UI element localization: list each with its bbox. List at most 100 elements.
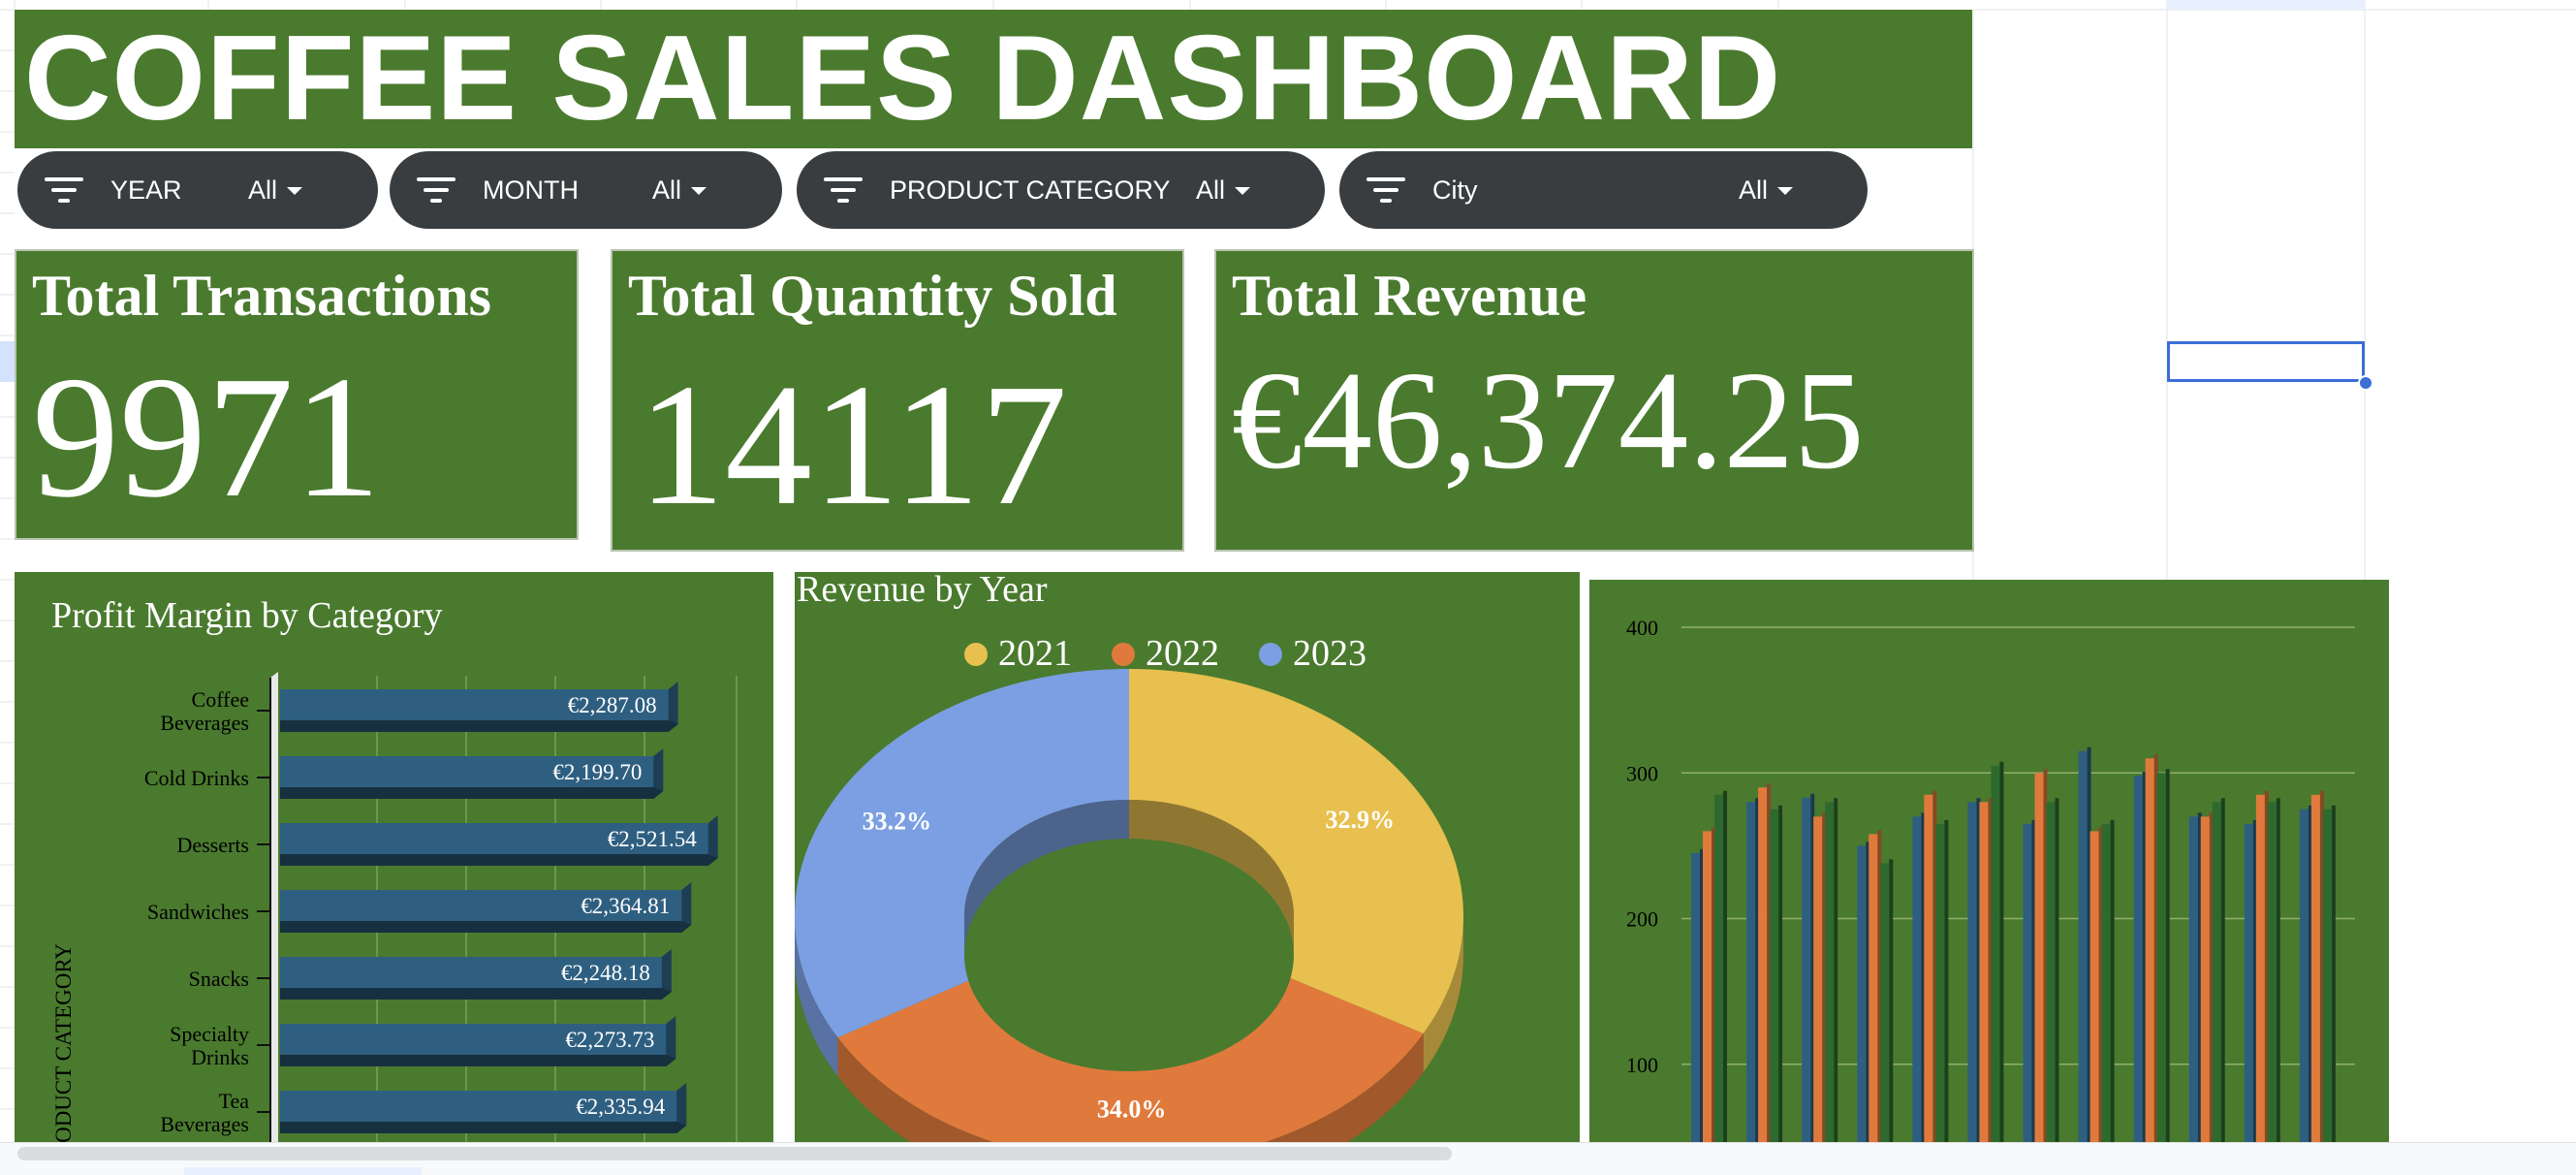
axis-wall xyxy=(270,672,278,1142)
column-bar[interactable] xyxy=(2244,823,2253,1142)
selected-cell[interactable] xyxy=(2167,341,2365,382)
column-bar[interactable] xyxy=(1802,797,1811,1142)
sheet-tab[interactable] xyxy=(184,1167,422,1175)
column-bar[interactable] xyxy=(2133,776,2143,1142)
bar-value-label: €2,199.70 xyxy=(552,760,642,784)
column-bar[interactable] xyxy=(2212,802,2221,1142)
kpi-value-quantity: 14117 xyxy=(638,348,1068,541)
column-bar[interactable] xyxy=(1746,802,1756,1142)
column-bar[interactable] xyxy=(1869,834,1878,1142)
y-tick-label: 400 xyxy=(1626,616,1658,640)
filter-icon xyxy=(824,175,863,205)
legend-label: 2022 xyxy=(1146,633,1219,674)
filter-icon xyxy=(45,175,83,205)
filter-icon xyxy=(417,175,456,205)
column-bar[interactable] xyxy=(2200,816,2210,1142)
column-bar[interactable] xyxy=(2023,823,2032,1142)
column-bar[interactable] xyxy=(1991,765,2000,1142)
filter-value-month[interactable]: All xyxy=(652,175,707,206)
y-axis-label: PRODUCT CATEGORY xyxy=(51,943,76,1142)
column-bar[interactable] xyxy=(2188,816,2198,1142)
column-depth xyxy=(2055,798,2059,1142)
column-bar[interactable] xyxy=(2322,809,2332,1142)
column-bar[interactable] xyxy=(1935,823,1945,1142)
kpi-value-transactions: 9971 xyxy=(32,340,381,533)
column-bar[interactable] xyxy=(1770,809,1779,1142)
legend-marker xyxy=(1259,643,1282,666)
chart-revenue-by-year[interactable]: Revenue by Year 2021 2022 2023 32.9% 34.0% 3… xyxy=(795,572,1580,1142)
filter-value-product-category[interactable]: All xyxy=(1196,175,1251,206)
column-bar[interactable] xyxy=(2267,802,2277,1142)
filter-value-city-text: All xyxy=(1739,175,1769,205)
column-bar[interactable] xyxy=(1825,802,1835,1142)
category-label: Tea Beverages xyxy=(160,1089,249,1136)
slice-value-label: 34.0% xyxy=(1097,1095,1167,1123)
bar-shadow xyxy=(280,854,718,866)
chart-title: Profit Margin by Category xyxy=(51,595,443,636)
bar-value-label: €2,248.18 xyxy=(561,961,650,985)
column-depth xyxy=(2331,805,2336,1142)
chart-monthly-columns[interactable]: 400 300 200 100 xyxy=(1589,580,2389,1142)
column-bar[interactable] xyxy=(1967,802,1977,1142)
bar-value-label: €2,521.54 xyxy=(608,827,698,851)
column-bar[interactable] xyxy=(1924,794,1933,1142)
filter-value-city[interactable]: All xyxy=(1739,175,1794,206)
column-depth xyxy=(1999,761,2004,1142)
bar-shadow xyxy=(280,720,678,732)
column-bar[interactable] xyxy=(1691,852,1700,1142)
column-bar[interactable] xyxy=(2078,750,2088,1142)
column-depth xyxy=(2110,819,2115,1142)
filter-chip-product-category[interactable]: PRODUCT CATEGORY All xyxy=(797,151,1325,229)
legend-marker xyxy=(1112,643,1135,666)
bar-shadow xyxy=(280,921,692,933)
y-tick-label: 300 xyxy=(1626,761,1658,785)
donut-hole xyxy=(964,839,1294,1071)
fill-handle[interactable] xyxy=(2358,375,2373,391)
column-bar[interactable] xyxy=(1758,787,1768,1142)
legend-label: 2023 xyxy=(1293,633,1367,674)
filter-value-year-text: All xyxy=(248,175,278,205)
bar-shadow xyxy=(280,787,664,799)
column-bar[interactable] xyxy=(2145,758,2154,1142)
filter-chip-month[interactable]: MONTH All xyxy=(390,151,782,229)
category-label: Snacks xyxy=(189,967,249,991)
column-depth xyxy=(1778,805,1783,1142)
column-bar[interactable] xyxy=(2156,773,2166,1142)
filter-value-product-category-text: All xyxy=(1196,175,1226,205)
column-bar[interactable] xyxy=(2101,823,2111,1142)
column-bar[interactable] xyxy=(2034,773,2044,1142)
column-bar[interactable] xyxy=(1857,845,1867,1142)
y-tick-label: 100 xyxy=(1626,1053,1658,1077)
column-bar[interactable] xyxy=(1714,794,1723,1142)
column-bar[interactable] xyxy=(2310,794,2320,1142)
filter-value-year[interactable]: All xyxy=(248,175,303,206)
column-bar[interactable] xyxy=(1880,863,1890,1142)
profit-margin-svg: Profit Margin by Category PRODUCT CATEGO… xyxy=(51,595,738,1142)
filter-value-month-text: All xyxy=(652,175,682,205)
y-tick-label: 200 xyxy=(1626,907,1658,932)
category-label: Sandwiches xyxy=(147,900,249,924)
column-depth xyxy=(1723,790,1727,1142)
column-bar[interactable] xyxy=(2089,831,2099,1142)
column-bar[interactable] xyxy=(1979,802,1989,1142)
filter-chip-city[interactable]: City All xyxy=(1339,151,1868,229)
column-depth xyxy=(2165,769,2170,1142)
horizontal-scrollbar-thumb[interactable] xyxy=(17,1147,1452,1160)
kpi-label-quantity: Total Quantity Sold xyxy=(628,264,1117,328)
filter-label-month: MONTH xyxy=(483,175,579,205)
revenue-by-year-svg: Revenue by Year 2021 2022 2023 32.9% 34.0% 3… xyxy=(795,572,1463,1142)
filter-chip-year[interactable]: YEAR All xyxy=(17,151,378,229)
category-label: Coffee Beverages xyxy=(160,687,249,735)
chart-profit-margin[interactable]: Profit Margin by Category PRODUCT CATEGO… xyxy=(15,572,773,1142)
column-bar[interactable] xyxy=(2255,794,2265,1142)
bar-value-label: €2,273.73 xyxy=(565,1028,654,1052)
filter-icon xyxy=(1367,175,1405,205)
column-bar[interactable] xyxy=(1813,816,1823,1142)
filter-label-city: City xyxy=(1432,175,1478,205)
column-bar[interactable] xyxy=(2299,809,2309,1142)
column-bar[interactable] xyxy=(1912,816,1922,1142)
column-bar[interactable] xyxy=(1703,831,1712,1142)
kpi-label-transactions: Total Transactions xyxy=(32,264,491,328)
category-label: Cold Drinks xyxy=(144,766,249,790)
column-bar[interactable] xyxy=(2046,802,2056,1142)
